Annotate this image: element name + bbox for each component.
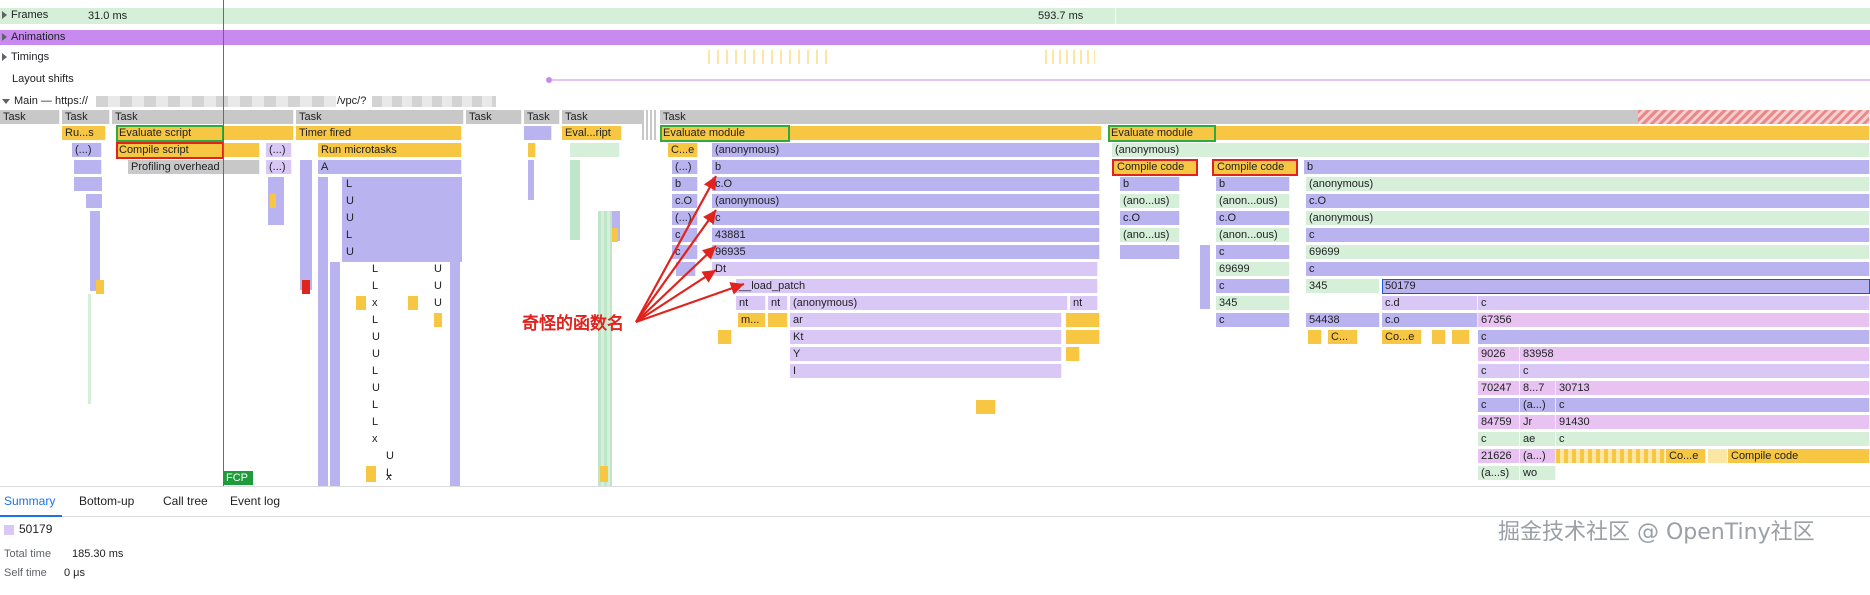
summary-name: 50179 xyxy=(19,522,53,536)
tab-summary-underline xyxy=(0,515,62,517)
watermark: 掘金技术社区 @ OpenTiny社区 xyxy=(1498,520,1815,545)
tab-summary[interactable]: Summary xyxy=(4,494,55,508)
details-tab-bar: Summary Bottom-up Call tree Event log xyxy=(0,486,1870,517)
arrow xyxy=(635,245,717,323)
self-time-label: Self time xyxy=(4,567,47,579)
annotation-arrows xyxy=(635,175,745,324)
self-time-value: 0 μs xyxy=(64,567,86,579)
arrow xyxy=(635,209,717,323)
tab-event-log[interactable]: Event log xyxy=(230,494,280,508)
annotation-label: 奇怪的函数名 xyxy=(522,314,624,334)
summary-swatch xyxy=(4,525,14,535)
arrow xyxy=(635,282,745,324)
tab-bottom-up[interactable]: Bottom-up xyxy=(79,494,134,508)
total-time-value: 185.30 ms xyxy=(72,548,124,560)
arrow xyxy=(635,175,717,323)
tab-call-tree[interactable]: Call tree xyxy=(163,494,208,508)
total-time-label: Total time xyxy=(4,548,52,560)
arrow xyxy=(635,269,717,323)
